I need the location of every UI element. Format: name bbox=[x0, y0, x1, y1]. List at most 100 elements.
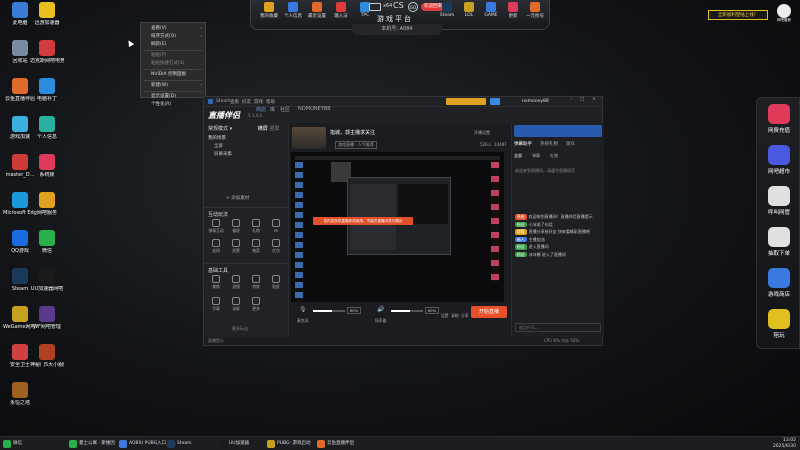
mic-volume-value[interactable]: 60% bbox=[347, 307, 361, 314]
speaker-volume-value[interactable]: 60% bbox=[425, 307, 439, 314]
tb-item-lol[interactable]: LOL bbox=[459, 2, 479, 18]
taskbar-app[interactable]: UU加速器 bbox=[218, 439, 249, 449]
tb-item-update[interactable]: 更新 bbox=[503, 2, 523, 19]
preview-stage[interactable]: 该内容仅供直播伴侣使用，不能在直播中进行展示 bbox=[291, 152, 504, 320]
maximize-icon[interactable]: □ bbox=[580, 97, 584, 102]
tb-item-ime[interactable]: 输入法 bbox=[331, 2, 351, 19]
desktop-icon[interactable]: 迅游加速器 bbox=[30, 2, 64, 26]
tb-item-steam[interactable]: Steam bbox=[437, 2, 457, 18]
desktop-icon[interactable]: 电脑补丁 bbox=[30, 78, 64, 102]
interactive-tool[interactable]: 弹幕互动 bbox=[208, 219, 224, 234]
desktop-icon[interactable]: 个人信息 bbox=[30, 116, 64, 140]
filter-gifts[interactable]: 礼物 bbox=[550, 153, 558, 159]
menu-item-refresh[interactable]: 刷新(E) bbox=[141, 41, 205, 49]
menu-friends[interactable]: 好友 bbox=[242, 99, 251, 105]
tb-item-settings[interactable]: 最近设置 bbox=[307, 2, 327, 19]
more-tools-link[interactable]: 更多玩法 bbox=[232, 326, 248, 332]
tab-audience[interactable]: 观众 bbox=[566, 141, 575, 147]
record-button[interactable]: 录制 bbox=[451, 313, 459, 319]
stream-category[interactable]: 游戏直播 · 人气推荐 bbox=[335, 141, 377, 149]
mic-volume-slider[interactable] bbox=[313, 310, 345, 312]
settings-button[interactable]: 设置 bbox=[441, 313, 449, 319]
basic-tool[interactable]: 录屏 bbox=[228, 297, 244, 312]
system-tray-clock[interactable]: 13:02 2025/6/30 bbox=[773, 438, 796, 450]
start-live-button[interactable]: 开始直播 bbox=[471, 306, 507, 318]
tab-gifts[interactable]: 热榜礼物 bbox=[540, 141, 558, 147]
menu-help[interactable]: 帮助 bbox=[266, 99, 275, 105]
tb-item-favorites[interactable]: 我的收藏 bbox=[259, 2, 279, 19]
tb-item-grab[interactable]: 一元抢号 bbox=[525, 2, 545, 19]
dock-store[interactable]: 游戏商店 bbox=[762, 268, 796, 298]
speaker-icon[interactable]: 🔊 bbox=[377, 306, 384, 313]
menu-item-view[interactable]: 查看(V) › bbox=[141, 25, 205, 33]
menu-games[interactable]: 游戏 bbox=[254, 99, 263, 105]
taskbar-app[interactable]: 曼士公寓 · 斯维因 bbox=[68, 439, 115, 449]
nav-profile[interactable]: NOMONEYBB bbox=[298, 106, 331, 112]
taskbar-app[interactable]: 云鱼直播伴侣 bbox=[316, 439, 354, 449]
share-button[interactable]: 分享 bbox=[461, 313, 469, 319]
taskbar-app[interactable]: PUBG: 游戏启动 bbox=[266, 439, 310, 449]
interactive-tool[interactable]: PK bbox=[268, 219, 284, 233]
dock-order[interactable]: 抽取下单 bbox=[762, 227, 796, 257]
chat-message[interactable]: 粉丝 进入直播间 bbox=[512, 243, 604, 251]
desktop-icon[interactable]: UU加速器网吧 bbox=[30, 268, 64, 292]
menu-item-nvidia[interactable]: NVIDIA 控制面板 bbox=[141, 71, 205, 79]
taskbar-app[interactable]: Steam bbox=[166, 439, 192, 449]
interactive-tool[interactable]: 投票 bbox=[228, 239, 244, 254]
dock-companion[interactable]: 陪玩 bbox=[762, 309, 796, 339]
minimize-icon[interactable]: – bbox=[570, 97, 572, 102]
tb-item-profile[interactable]: 个人信息 bbox=[283, 2, 303, 19]
menu-steam[interactable]: Steam bbox=[216, 99, 231, 104]
desktop-icon[interactable]: 微信 bbox=[30, 230, 64, 254]
nav-community[interactable]: 社区 bbox=[280, 106, 290, 113]
menu-item-display[interactable]: 显示设置(D) bbox=[141, 93, 205, 101]
chat-message[interactable]: 新人 主播加油 bbox=[512, 236, 604, 244]
interactive-tool[interactable]: 连线 bbox=[208, 239, 224, 254]
promo-banner[interactable]: 全新福利登陆上线！ bbox=[708, 10, 768, 20]
basic-tool[interactable]: 美颜 bbox=[208, 275, 224, 290]
filter-danmaku[interactable]: 弹幕 bbox=[532, 153, 540, 159]
close-icon[interactable]: × bbox=[592, 97, 596, 102]
scene-item-capture[interactable]: 屏幕采集 bbox=[204, 150, 288, 158]
promo-button[interactable] bbox=[446, 98, 486, 105]
streamer-banner[interactable] bbox=[514, 125, 602, 137]
basic-tool[interactable]: 贴纸 bbox=[268, 275, 284, 290]
dock-market[interactable]: 网吧超市 bbox=[762, 145, 796, 175]
taskbar-start-weather[interactable]: 微信 bbox=[2, 439, 22, 449]
username[interactable]: nomoney88 bbox=[522, 99, 549, 104]
chat-message[interactable]: 粉丝 冰冰酱 进入了直播间 bbox=[512, 251, 604, 259]
interactive-tool[interactable]: 礼物 bbox=[248, 219, 264, 234]
basic-tool[interactable]: 字幕 bbox=[208, 297, 224, 312]
nav-store[interactable]: 商店 bbox=[256, 106, 266, 113]
chat-message[interactable]: 房管 直播分享给好友 快来看精彩直播吧 bbox=[512, 228, 604, 236]
tb-item-game[interactable]: GAME bbox=[481, 2, 501, 18]
desktop-icon[interactable]: WF网吧管理 bbox=[30, 306, 64, 330]
desktop-icon[interactable]: 迈克斯网吧电竞中心 bbox=[30, 40, 64, 64]
dock-call-admin[interactable]: 呼叫网管 bbox=[762, 186, 796, 216]
menu-item-personalize[interactable]: 个性化(R) bbox=[141, 101, 205, 109]
menu-item-paste-shortcut[interactable]: 粘贴快捷方式(S) bbox=[141, 60, 205, 68]
interactive-tool[interactable]: 抽奖 bbox=[248, 239, 264, 254]
filter-all[interactable]: 全部 bbox=[514, 153, 522, 159]
interactive-tool[interactable]: 红包 bbox=[268, 239, 284, 254]
desktop-icon[interactable]: 网吧服务 bbox=[30, 192, 64, 216]
interactive-tool[interactable]: 福袋 bbox=[228, 219, 244, 234]
nav-library[interactable]: 库 bbox=[270, 106, 275, 113]
menu-item-paste[interactable]: 粘贴(P) bbox=[141, 52, 205, 60]
mic-icon[interactable]: 🎙 bbox=[299, 306, 307, 313]
desktop-icon[interactable]: 神秘门5大小服网游加速 bbox=[30, 344, 64, 368]
scene-mode-select[interactable]: 常规模式 ▾ 横屏 竖屏 bbox=[204, 123, 288, 134]
chat-message[interactable]: 粉丝 小冰说了句话 bbox=[512, 221, 604, 229]
menu-view[interactable]: 查看 bbox=[230, 99, 239, 105]
dock-recharge[interactable]: 网费充值 bbox=[762, 104, 796, 134]
chat-input[interactable]: 说点什么... bbox=[515, 323, 601, 332]
desktop-icon[interactable]: 系统锁 bbox=[30, 154, 64, 178]
chat-message[interactable]: 系统 欢迎来到直播间！直播伴侣直播提示 bbox=[512, 213, 604, 221]
notification-icon[interactable] bbox=[490, 98, 500, 105]
menu-item-new[interactable]: 新建(W) › bbox=[141, 82, 205, 90]
stream-cover-thumbnail[interactable] bbox=[292, 127, 326, 149]
stream-settings[interactable]: 开播设置 bbox=[474, 130, 490, 136]
basic-tool[interactable]: 更多 bbox=[248, 297, 264, 312]
stream-title[interactable]: 指城，郭主播求关注 bbox=[330, 129, 375, 136]
basic-tool[interactable]: 特效 bbox=[248, 275, 264, 290]
